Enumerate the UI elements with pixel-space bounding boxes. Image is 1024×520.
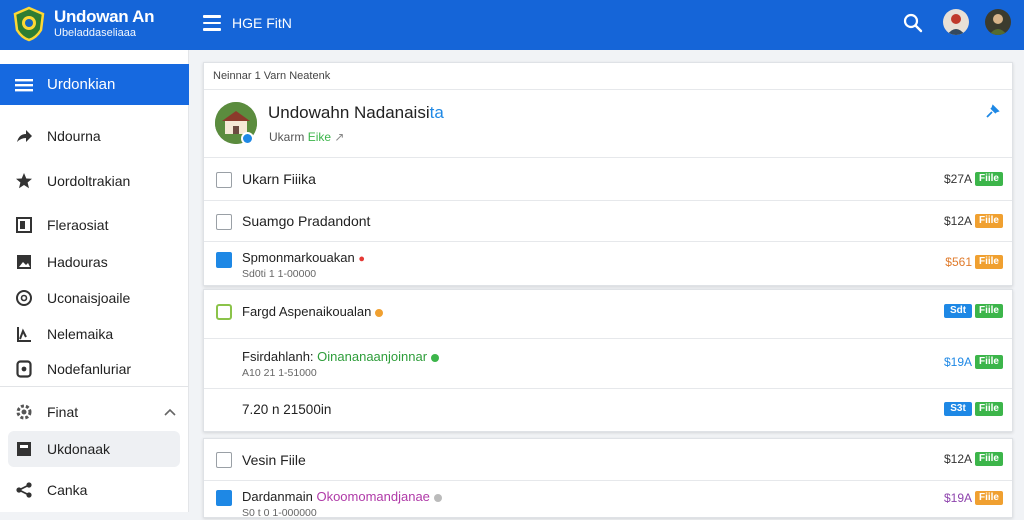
sidebar-section-settings[interactable]: Finat: [0, 395, 189, 429]
row-title: Ukarn Fiiika: [242, 171, 316, 187]
price-badge: Sdt: [944, 304, 972, 318]
sidebar-item-label: Finat: [47, 404, 79, 420]
sidebar-item-active[interactable]: Urdonkian: [0, 64, 189, 105]
gear-icon: [15, 403, 33, 421]
chevron-up-icon: [164, 408, 176, 416]
sidebar-item-label: Ndourna: [47, 128, 101, 144]
app-title: Undowan An: [54, 7, 155, 26]
row-checkbox[interactable]: [216, 452, 232, 468]
row-title: Dardanmain Okoomomandjanae: [242, 489, 442, 504]
sidebar-item-1[interactable]: Ndourna: [0, 119, 189, 153]
header-title: Undowahn Nadanaisita: [268, 103, 444, 122]
sidebar-item-selected[interactable]: Ukdonaak: [0, 432, 189, 466]
sidebar-item-4[interactable]: Hadouras: [0, 245, 189, 279]
row-price: $27A: [943, 172, 972, 186]
status-badge: Fiile: [975, 402, 1003, 416]
sidebar-item-label: Uconaisjoaile: [47, 290, 131, 306]
card-primary: Neinnar 1 Varn Neatenk Undowahn Nadanais…: [203, 62, 1013, 286]
logo-shield-icon: [13, 6, 45, 42]
table-row[interactable]: Dardanmain Okoomomandjanae S0 t 0 1-0000…: [204, 480, 1012, 520]
image-icon: [15, 216, 33, 234]
row-price: $561: [945, 255, 972, 269]
table-row[interactable]: Suamgo Pradandont $12A Fiile: [204, 200, 1012, 241]
sidebar-item-label: Uordoltrakian: [47, 173, 131, 189]
sidebar-item-last[interactable]: Canka: [0, 473, 189, 507]
row-price: $19A: [943, 355, 972, 369]
sidebar-item-label: Nelemaika: [47, 326, 114, 342]
table-row[interactable]: Vesin Fiile $12A Fiile: [204, 439, 1012, 480]
table-row[interactable]: Ukarn Fiiika $27A Fiile: [204, 157, 1012, 200]
sidebar-item-2[interactable]: Uordoltrakian: [0, 164, 189, 198]
status-badge: Fiile: [975, 172, 1003, 186]
row-title: Suamgo Pradandont: [242, 213, 371, 229]
profile-avatar[interactable]: [985, 9, 1011, 35]
star-icon: [15, 172, 33, 190]
status-badge: Fiile: [975, 355, 1003, 369]
table-row[interactable]: Spmonmarkouakan ● Sd0ti 1 1-00000 $561 F…: [204, 241, 1012, 286]
row-checkbox-checked[interactable]: [216, 490, 232, 506]
search-icon[interactable]: [902, 12, 924, 34]
sidebar-item-label: Canka: [47, 482, 88, 498]
sidebar-item-label: Urdonkian: [47, 76, 116, 93]
row-title: Spmonmarkouakan ●: [242, 250, 366, 265]
edit-icon: ↗: [334, 130, 345, 144]
sidebar-item-label: Ukdonaak: [47, 441, 111, 457]
sidebar-divider: [0, 386, 189, 387]
sidebar-item-5[interactable]: Uconaisjoaile: [0, 281, 189, 315]
doc-icon: [15, 360, 33, 378]
row-price: $12A: [943, 452, 972, 466]
archive-icon: [15, 440, 33, 458]
card-tertiary: Vesin Fiile $12A Fiile Dardanmain Okoomo…: [203, 438, 1013, 520]
sidebar-item-6[interactable]: Nelemaika: [0, 317, 189, 351]
status-badge: Fiile: [975, 304, 1003, 318]
status-badge: Fiile: [975, 255, 1003, 269]
photo-icon: [15, 253, 33, 271]
header-subtitle: Ukarm Eike ↗: [269, 130, 345, 144]
page-title: HGE FitN: [232, 15, 292, 31]
clock-icon: [15, 289, 33, 307]
card-header: Undowahn Nadanaisita Ukarm Eike ↗: [204, 89, 1012, 157]
share-icon: [15, 127, 33, 145]
row-title: 7.20 n 21500in: [242, 402, 332, 417]
sidebar-item-label: Nodefanluriar: [47, 361, 132, 377]
row-checkbox[interactable]: [216, 214, 232, 230]
row-title: Fargd Aspenaikoualan: [242, 304, 384, 319]
top-bar: Undowan An Ubeladdaseliaaa HGE FitN: [0, 0, 1024, 50]
verified-icon: [241, 132, 254, 145]
brand: Undowan An Ubeladdaseliaaa: [54, 7, 155, 39]
row-checkbox[interactable]: [216, 172, 232, 188]
user-avatar-icon: [989, 14, 1007, 35]
table-row[interactable]: Fsirdahlanh: Oinananaanjoinnar A10 21 1-…: [204, 338, 1012, 388]
menu-icon[interactable]: [203, 15, 221, 31]
chart-icon: [15, 325, 33, 343]
sidebar: Urdonkian Ndourna Uordoltrakian Fleraosi…: [0, 50, 189, 512]
status-badge: Fiile: [975, 452, 1003, 466]
list-icon: [15, 76, 33, 94]
row-checkbox-checked[interactable]: [216, 252, 232, 268]
row-meta: A10 21 1-51000: [242, 367, 317, 379]
status-badge: Fiile: [975, 214, 1003, 228]
row-title: Vesin Fiile: [242, 452, 306, 468]
row-price: $19A: [943, 491, 972, 505]
pin-icon[interactable]: [984, 104, 1000, 120]
sidebar-item-label: Fleraosiat: [47, 217, 109, 233]
sidebar-item-label: Hadouras: [47, 254, 108, 270]
row-price: $12A: [943, 214, 972, 228]
card-secondary: Fargd Aspenaikoualan Sdt Fiile Fsirdahla…: [203, 289, 1013, 432]
table-row[interactable]: Fargd Aspenaikoualan Sdt Fiile: [204, 290, 1012, 338]
price-badge: S3t: [944, 402, 972, 416]
avatar[interactable]: [943, 9, 969, 35]
sidebar-item-7[interactable]: Nodefanluriar: [0, 352, 189, 386]
breadcrumb: Neinnar 1 Varn Neatenk: [213, 70, 331, 82]
user-avatar-icon: [947, 14, 965, 35]
sidebar-item-3[interactable]: Fleraosiat: [0, 208, 189, 242]
status-badge: Fiile: [975, 491, 1003, 505]
share-nodes-icon: [15, 481, 33, 499]
row-meta: S0 t 0 1-000000: [242, 507, 317, 519]
tag-icon: [216, 304, 232, 320]
app-subtitle: Ubeladdaseliaaa: [54, 27, 136, 39]
table-row[interactable]: 7.20 n 21500in S3t Fiile: [204, 388, 1012, 432]
row-title: Fsirdahlanh: Oinananaanjoinnar: [242, 349, 440, 364]
row-meta: Sd0ti 1 1-00000: [242, 268, 317, 280]
